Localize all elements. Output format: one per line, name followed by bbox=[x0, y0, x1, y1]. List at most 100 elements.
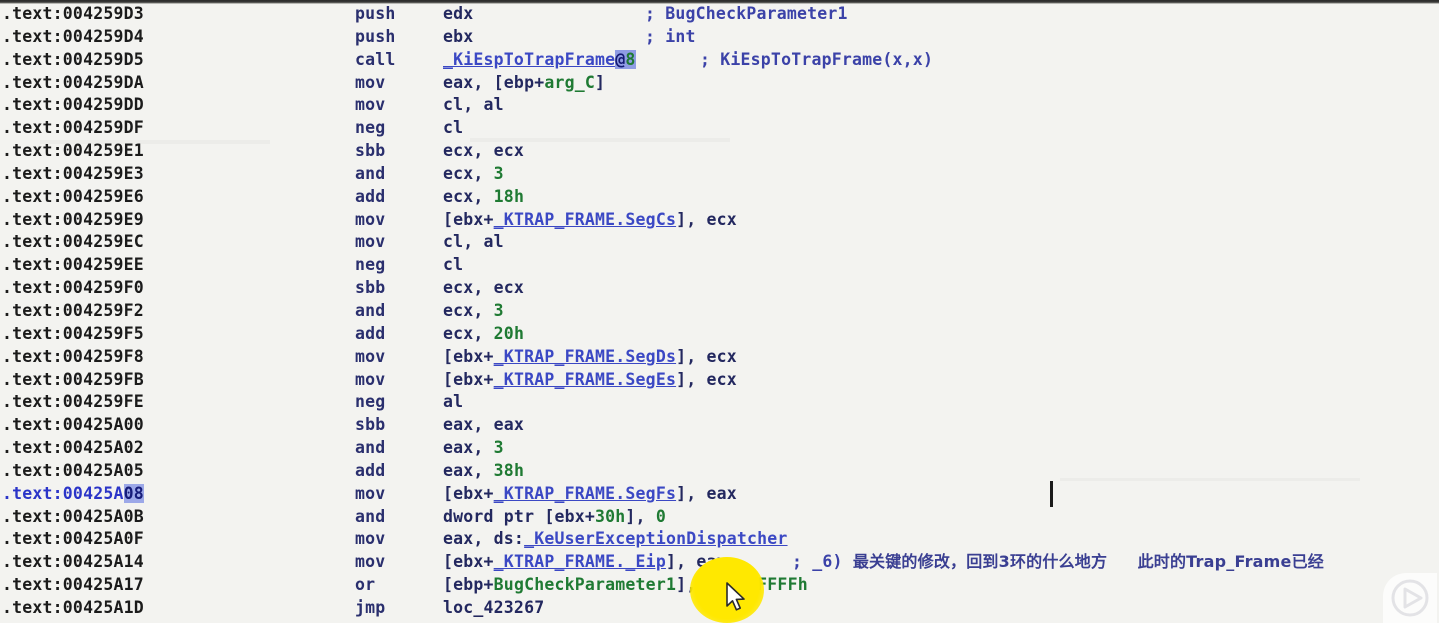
instruction-operands[interactable]: ecx, 20h bbox=[443, 323, 524, 346]
instruction-comment[interactable]: ; int bbox=[645, 26, 696, 49]
instruction-comment[interactable]: ; BugCheckParameter1 bbox=[645, 3, 848, 26]
line-address[interactable]: .text:00425A1D bbox=[2, 597, 144, 620]
disassembly-line[interactable]: .text:004259D3 push edx ; BugCheckParameter… bbox=[0, 3, 1439, 26]
instruction-operands[interactable]: cl, al bbox=[443, 231, 504, 254]
line-address[interactable]: .text:004259E3 bbox=[2, 163, 144, 186]
disassembly-line[interactable]: .text:004259DD mov cl, al bbox=[0, 94, 1439, 117]
instruction-mnemonic[interactable]: push bbox=[355, 26, 396, 49]
disassembly-line[interactable]: .text:004259F8 mov [ebx+_KTRAP_FRAME.SegDs… bbox=[0, 346, 1439, 369]
instruction-operands[interactable]: ecx, 18h bbox=[443, 186, 524, 209]
instruction-mnemonic[interactable]: mov bbox=[355, 369, 385, 392]
line-address[interactable]: .text:004259DA bbox=[2, 72, 144, 95]
instruction-operands[interactable]: ecx, ecx bbox=[443, 140, 524, 163]
instruction-operands[interactable]: _KiEspToTrapFrame@8 bbox=[443, 49, 636, 72]
instruction-mnemonic[interactable]: mov bbox=[355, 94, 385, 117]
instruction-mnemonic[interactable]: and bbox=[355, 506, 385, 529]
line-address[interactable]: .text:004259EE bbox=[2, 254, 144, 277]
instruction-comment[interactable]: ; _6) 最关键的修改，回到3环的什么地方 此时的Trap_Frame已经 bbox=[792, 551, 1324, 574]
instruction-mnemonic[interactable]: neg bbox=[355, 117, 385, 140]
instruction-mnemonic[interactable]: jmp bbox=[355, 597, 385, 620]
instruction-operands[interactable]: cl bbox=[443, 254, 463, 277]
instruction-mnemonic[interactable]: neg bbox=[355, 391, 385, 414]
disassembly-line[interactable]: .text:004259F5 add ecx, 20h bbox=[0, 323, 1439, 346]
instruction-mnemonic[interactable]: add bbox=[355, 323, 385, 346]
line-address[interactable]: .text:004259E9 bbox=[2, 209, 144, 232]
instruction-mnemonic[interactable]: and bbox=[355, 437, 385, 460]
instruction-operands[interactable]: [ebx+_KTRAP_FRAME.SegDs], ecx bbox=[443, 346, 737, 369]
instruction-mnemonic[interactable]: and bbox=[355, 163, 385, 186]
line-address[interactable]: .text:00425A0F bbox=[2, 528, 144, 551]
instruction-mnemonic[interactable]: mov bbox=[355, 551, 385, 574]
line-address[interactable]: .text:00425A17 bbox=[2, 574, 144, 597]
line-address[interactable]: .text:00425A05 bbox=[2, 460, 144, 483]
disassembly-line[interactable]: .text:004259E1 sbb ecx, ecx bbox=[0, 140, 1439, 163]
struct-member[interactable]: _KTRAP_FRAME.SegDs bbox=[494, 347, 676, 366]
line-address[interactable]: .text:004259F5 bbox=[2, 323, 144, 346]
instruction-operands[interactable]: dword ptr [ebx+30h], 0 bbox=[443, 506, 666, 529]
disassembly-line[interactable]: .text:004259DA mov eax, [ebp+arg_C] bbox=[0, 72, 1439, 95]
line-address[interactable]: .text:004259FE bbox=[2, 391, 144, 414]
instruction-operands[interactable]: loc_423267 bbox=[443, 597, 544, 620]
line-address[interactable]: .text:00425A08 bbox=[2, 483, 144, 506]
instruction-mnemonic[interactable]: add bbox=[355, 460, 385, 483]
instruction-operands[interactable]: edx bbox=[443, 3, 473, 26]
symbol-reference[interactable]: _KeUserExceptionDispatcher bbox=[524, 529, 787, 548]
disassembly-line[interactable]: .text:00425A05 add eax, 38h bbox=[0, 460, 1439, 483]
instruction-operands[interactable]: ecx, ecx bbox=[443, 277, 524, 300]
line-address[interactable]: .text:004259E6 bbox=[2, 186, 144, 209]
instruction-mnemonic[interactable]: push bbox=[355, 3, 396, 26]
line-address[interactable]: .text:004259D5 bbox=[2, 49, 144, 72]
disassembly-line[interactable]: .text:004259E3 and ecx, 3 bbox=[0, 163, 1439, 186]
line-address[interactable]: .text:004259D4 bbox=[2, 26, 144, 49]
line-address[interactable]: .text:004259E1 bbox=[2, 140, 144, 163]
instruction-operands[interactable]: cl bbox=[443, 117, 463, 140]
instruction-operands[interactable]: al bbox=[443, 391, 463, 414]
disassembly-listing[interactable]: .text:004259D3 push edx ; BugCheckParameter… bbox=[0, 3, 1439, 623]
instruction-mnemonic[interactable]: sbb bbox=[355, 414, 385, 437]
disassembly-line[interactable]: .text:004259EE neg cl bbox=[0, 254, 1439, 277]
stack-variable[interactable]: BugCheckParameter1 bbox=[494, 575, 676, 594]
instruction-operands[interactable]: eax, ds:_KeUserExceptionDispatcher bbox=[443, 528, 788, 551]
instruction-mnemonic[interactable]: sbb bbox=[355, 140, 385, 163]
struct-member[interactable]: _KTRAP_FRAME.SegCs bbox=[494, 210, 676, 229]
instruction-mnemonic[interactable]: mov bbox=[355, 346, 385, 369]
disassembly-line[interactable]: .text:004259E6 add ecx, 18h bbox=[0, 186, 1439, 209]
disassembly-line[interactable]: .text:00425A00 sbb eax, eax bbox=[0, 414, 1439, 437]
instruction-operands[interactable]: eax, 3 bbox=[443, 437, 504, 460]
instruction-operands[interactable]: ecx, 3 bbox=[443, 300, 504, 323]
line-address[interactable]: .text:00425A14 bbox=[2, 551, 144, 574]
disassembly-line[interactable]: .text:004259D5 call _KiEspToTrapFrame@8 ; K… bbox=[0, 49, 1439, 72]
instruction-mnemonic[interactable]: mov bbox=[355, 528, 385, 551]
instruction-mnemonic[interactable]: and bbox=[355, 300, 385, 323]
instruction-operands[interactable]: eax, 38h bbox=[443, 460, 524, 483]
line-address[interactable]: .text:00425A0B bbox=[2, 506, 144, 529]
struct-member[interactable]: _KTRAP_FRAME.SegEs bbox=[494, 370, 676, 389]
line-address[interactable]: .text:004259FB bbox=[2, 369, 144, 392]
line-address[interactable]: .text:004259DD bbox=[2, 94, 144, 117]
disassembly-line[interactable]: .text:004259D4 push ebx ; int bbox=[0, 26, 1439, 49]
disassembly-line[interactable]: .text:004259F0 sbb ecx, ecx bbox=[0, 277, 1439, 300]
instruction-operands[interactable]: eax, [ebp+arg_C] bbox=[443, 72, 605, 95]
disassembly-line[interactable]: .text:00425A0F mov eax, ds:_KeUserExceptio… bbox=[0, 528, 1439, 551]
instruction-mnemonic[interactable]: mov bbox=[355, 483, 385, 506]
instruction-mnemonic[interactable]: mov bbox=[355, 209, 385, 232]
instruction-operands[interactable]: [ebx+_KTRAP_FRAME.SegEs], ecx bbox=[443, 369, 737, 392]
disassembly-line[interactable]: .text:004259F2 and ecx, 3 bbox=[0, 300, 1439, 323]
instruction-comment[interactable]: ; KiEspToTrapFrame(x,x) bbox=[700, 49, 933, 72]
line-address[interactable]: .text:004259DF bbox=[2, 117, 144, 140]
instruction-mnemonic[interactable]: or bbox=[355, 574, 375, 597]
line-address[interactable]: .text:004259F0 bbox=[2, 277, 144, 300]
disassembly-line[interactable]: .text:00425A08 mov [ebx+_KTRAP_FRAME.SegFs… bbox=[0, 483, 1439, 506]
instruction-operands[interactable]: [ebx+_KTRAP_FRAME.SegCs], ecx bbox=[443, 209, 737, 232]
line-address[interactable]: .text:00425A00 bbox=[2, 414, 144, 437]
instruction-operands[interactable]: cl, al bbox=[443, 94, 504, 117]
disassembly-line[interactable]: .text:00425A02 and eax, 3 bbox=[0, 437, 1439, 460]
instruction-operands[interactable]: [ebx+_KTRAP_FRAME._Eip], eax bbox=[443, 551, 727, 574]
stack-variable[interactable]: arg_C bbox=[544, 73, 595, 92]
line-address[interactable]: .text:004259F8 bbox=[2, 346, 144, 369]
disassembly-line[interactable]: .text:004259E9 mov [ebx+_KTRAP_FRAME.SegCs… bbox=[0, 209, 1439, 232]
instruction-mnemonic[interactable]: mov bbox=[355, 72, 385, 95]
disassembly-line[interactable]: .text:004259FB mov [ebx+_KTRAP_FRAME.SegEs… bbox=[0, 369, 1439, 392]
struct-member[interactable]: _KTRAP_FRAME._Eip bbox=[494, 552, 666, 571]
struct-member[interactable]: _KTRAP_FRAME.SegFs bbox=[494, 484, 676, 503]
